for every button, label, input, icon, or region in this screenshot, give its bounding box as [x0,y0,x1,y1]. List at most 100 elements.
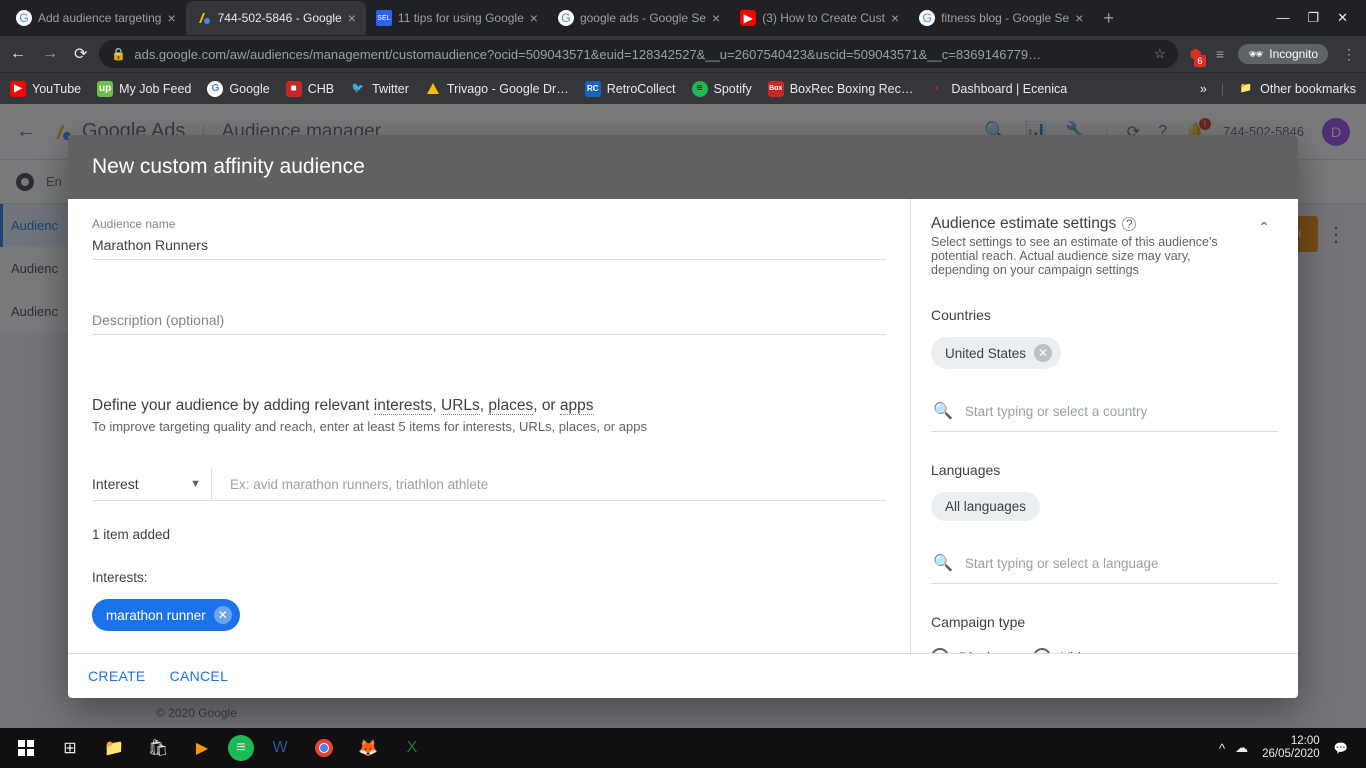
start-button[interactable] [8,732,44,764]
google-icon: G [207,81,223,97]
remove-country-button[interactable]: ✕ [1034,344,1052,362]
link-places[interactable]: places [488,397,533,415]
address-bar[interactable]: 🔒 ads.google.com/aw/audiences/management… [99,40,1177,68]
window-controls: — ❐ ✕ [1276,10,1360,26]
browser-menu-button[interactable]: ⋮ [1342,46,1356,63]
items-added-text: 1 item added [92,527,886,542]
excel-button[interactable]: X [394,732,430,764]
favicon-sel-icon: SEL [376,10,392,26]
audience-name-input[interactable] [92,231,886,260]
windows-taskbar: ⊞ 📁 🛍 ▶ ≡ W 🦊 X ^ ☁ 12:00 26/05/2020 💬 [0,728,1366,768]
bookmark-ecenica[interactable]: ◐Dashboard | Ecenica [929,81,1067,97]
bookmark-boxrec[interactable]: BoxBoxRec Boxing Rec… [768,81,914,97]
tab-title: Add audience targeting [38,11,161,25]
dialog-left-panel: Audience name Define your audience by ad… [68,199,910,653]
help-icon[interactable]: ? [1122,217,1136,231]
estimate-subtitle: Select settings to see an estimate of th… [931,235,1231,277]
close-icon[interactable]: × [712,10,720,26]
task-view-button[interactable]: ⊞ [52,732,88,764]
close-icon[interactable]: × [348,10,356,26]
star-icon[interactable]: ☆ [1154,46,1166,62]
drive-icon [425,81,441,97]
bookmark-google[interactable]: GGoogle [207,81,269,97]
tray-onedrive-icon[interactable]: ☁ [1235,740,1248,756]
chrome-button[interactable] [306,732,342,764]
back-button[interactable]: ← [10,45,26,63]
bookmark-spotify[interactable]: ≡Spotify [692,81,752,97]
close-icon[interactable]: × [1075,10,1083,26]
tab-2[interactable]: SEL 11 tips for using Google × [366,1,548,35]
countries-label: Countries [931,307,1278,323]
close-window-button[interactable]: ✕ [1337,10,1348,26]
action-center-button[interactable]: 💬 [1334,741,1348,755]
campaign-type-label: Campaign type [931,614,1278,630]
taskbar-clock[interactable]: 12:00 26/05/2020 [1262,735,1320,761]
link-urls[interactable]: URLs [441,397,480,415]
upwork-icon: up [97,81,113,97]
favicon-google-icon: G [16,10,32,26]
store-button[interactable]: 🛍 [140,732,176,764]
language-search[interactable]: 🔍 [931,543,1278,584]
radio-icon [1033,648,1051,653]
tab-3[interactable]: G google ads - Google Se × [548,1,730,35]
close-icon[interactable]: × [167,10,175,26]
interest-type-select[interactable]: Interest ▼ [92,468,212,500]
link-interests[interactable]: interests [374,397,433,415]
new-tab-button[interactable]: + [1093,8,1124,29]
chb-icon: ■ [286,81,302,97]
tray-chevron-up-icon[interactable]: ^ [1219,741,1225,756]
interest-chip-marathon: marathon runner ✕ [92,599,240,631]
gimp-button[interactable]: 🦊 [350,732,386,764]
file-explorer-button[interactable]: 📁 [96,732,132,764]
boxrec-icon: Box [768,81,784,97]
bookmarks-overflow-button[interactable]: » [1200,82,1207,96]
extension-ghostery-icon[interactable]: ⬢ [1190,46,1202,63]
dialog-footer: CREATE CANCEL [68,653,1298,698]
bookmark-retrocollect[interactable]: RCRetroCollect [585,81,676,97]
incognito-badge: 🕶 Incognito [1238,44,1328,64]
folder-icon: 📁 [1238,81,1254,97]
country-search[interactable]: 🔍 [931,391,1278,432]
dialog-title: New custom affinity audience [68,135,1298,199]
tab-4[interactable]: ▶ (3) How to Create Cust × [730,1,909,35]
description-input[interactable] [92,306,886,335]
bookmark-twitter[interactable]: 🐦Twitter [350,81,409,97]
media-player-button[interactable]: ▶ [184,732,220,764]
bookmark-youtube[interactable]: ▶YouTube [10,81,81,97]
reload-button[interactable]: ⟳ [74,44,87,64]
other-bookmarks-button[interactable]: 📁Other bookmarks [1238,81,1356,97]
bookmark-trivago[interactable]: Trivago - Google Dr… [425,81,569,97]
tab-5[interactable]: G fitness blog - Google Se × [909,1,1093,35]
country-chip-us: United States ✕ [931,337,1061,369]
maximize-button[interactable]: ❐ [1307,10,1319,26]
link-apps[interactable]: apps [560,397,594,415]
spotify-button[interactable]: ≡ [228,735,254,761]
word-button[interactable]: W [262,732,298,764]
bookmark-chb[interactable]: ■CHB [286,81,334,97]
radio-video[interactable]: Video [1033,648,1097,653]
extension-reader-icon[interactable]: ≡ [1216,46,1224,62]
cancel-button[interactable]: CANCEL [170,668,229,684]
url-text: ads.google.com/aw/audiences/management/c… [134,47,1146,62]
country-search-input[interactable] [965,404,1276,419]
remove-chip-button[interactable]: ✕ [214,606,232,624]
define-audience-subtitle: To improve targeting quality and reach, … [92,419,886,434]
collapse-estimate-button[interactable]: ⌃ [1250,215,1278,240]
favicon-ads-icon [196,10,212,26]
browser-tabs: G Add audience targeting × 744-502-5846 … [0,0,1366,36]
close-icon[interactable]: × [891,10,899,26]
language-search-input[interactable] [965,556,1276,571]
forward-button[interactable]: → [42,45,58,63]
radio-icon [931,648,949,653]
bookmark-jobfeed[interactable]: upMy Job Feed [97,81,191,97]
tab-0[interactable]: G Add audience targeting × [6,1,186,35]
custom-affinity-dialog: New custom affinity audience Audience na… [68,135,1298,698]
minimize-button[interactable]: — [1276,10,1289,26]
search-icon: 🔍 [933,401,953,421]
language-chip-all: All languages [931,492,1040,521]
create-button[interactable]: CREATE [88,668,146,684]
tab-1[interactable]: 744-502-5846 - Google × [186,1,366,35]
close-icon[interactable]: × [530,10,538,26]
interest-input[interactable] [230,469,886,500]
radio-display[interactable]: Display [931,648,1005,653]
